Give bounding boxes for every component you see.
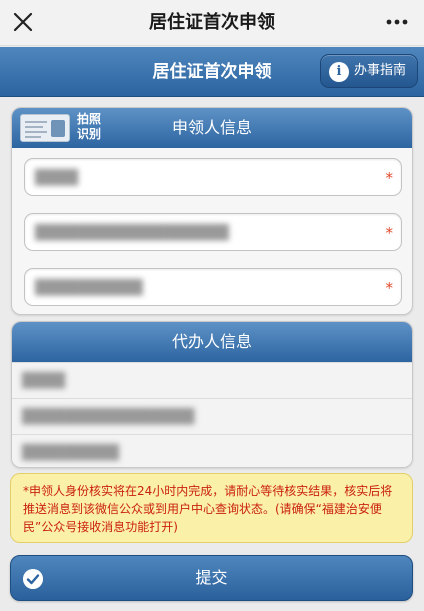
top-nav-bar: 居住证首次申领 [0, 0, 424, 46]
applicant-section-title: 申领人信息 [171, 118, 252, 137]
required-mark: * [385, 279, 394, 297]
agent-name-row[interactable]: ████ [12, 362, 412, 398]
window-title: 居住证首次申领 [149, 12, 275, 33]
required-mark: * [385, 224, 394, 242]
guide-button-label: 办事指南 [354, 63, 407, 78]
applicant-panel-header: 拍照 识别 申领人信息 [12, 108, 412, 148]
applicant-panel: 拍照 识别 申领人信息 ████ * ██████████████████ * … [11, 107, 413, 315]
field-value: ██████████ [35, 280, 143, 296]
applicant-name-field[interactable]: ████ * [24, 158, 402, 196]
row-value: █████████ [22, 445, 119, 461]
submit-button-label: 提交 [195, 568, 228, 587]
more-icon[interactable] [382, 10, 412, 34]
agent-panel-header: 代办人信息 [12, 322, 412, 362]
submit-button[interactable]: 提交 [10, 555, 413, 601]
info-icon: i [329, 62, 349, 82]
agent-panel: 代办人信息 ████ ████████████████ █████████ [11, 321, 413, 468]
row-value: ████████████████ [22, 409, 195, 425]
agent-phone-row[interactable]: █████████ [12, 434, 412, 467]
row-value: ████ [22, 373, 66, 389]
verification-notice: *申领人身份核实将在24小时内完成，请耐心等待核实结果，核实后将推送消息到该微信… [10, 473, 413, 543]
field-value: ██████████████████ [35, 225, 229, 241]
agent-section-title: 代办人信息 [171, 332, 252, 351]
agent-id-number-row[interactable]: ████████████████ [12, 398, 412, 434]
field-value: ████ [35, 170, 79, 186]
app-header: 居住证首次申领 i 办事指南 [0, 47, 424, 97]
guide-button[interactable]: i 办事指南 [320, 54, 418, 88]
applicant-phone-field[interactable]: ██████████ * [24, 268, 402, 306]
required-mark: * [385, 169, 394, 187]
applicant-id-number-field[interactable]: ██████████████████ * [24, 213, 402, 251]
